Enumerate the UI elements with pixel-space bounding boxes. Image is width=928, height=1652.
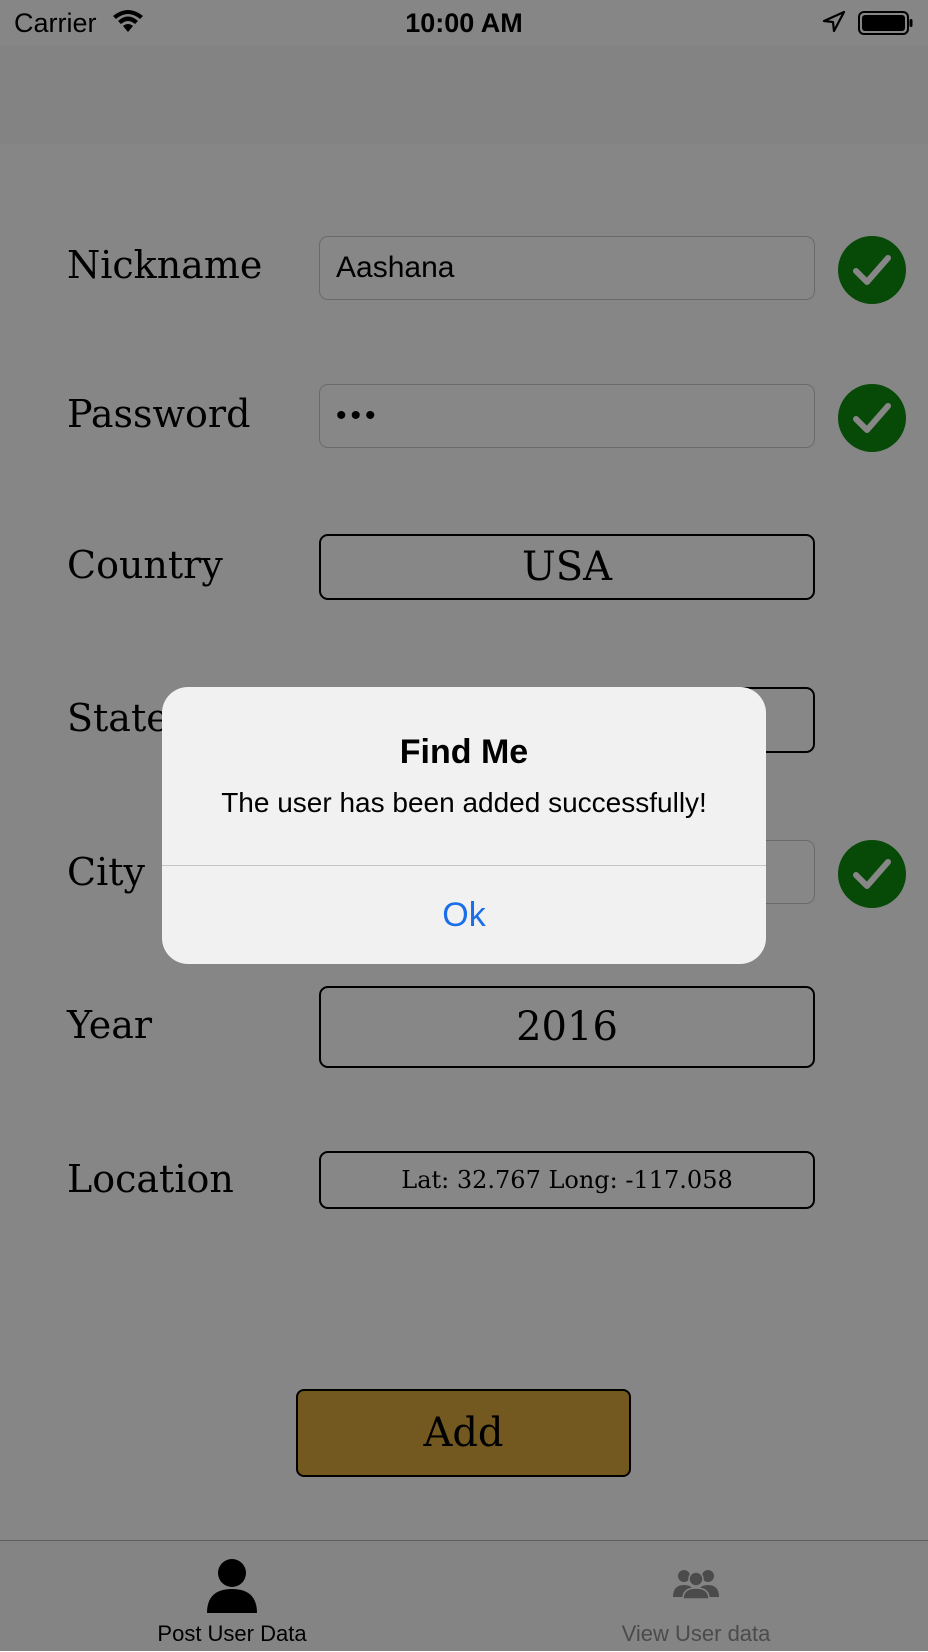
alert-title: Find Me — [399, 733, 529, 771]
alert-message: The user has been added successfully! — [221, 787, 707, 818]
alert-ok-button[interactable]: Ok — [162, 866, 766, 964]
alert-dialog: Find Me The user has been added successf… — [162, 687, 766, 964]
